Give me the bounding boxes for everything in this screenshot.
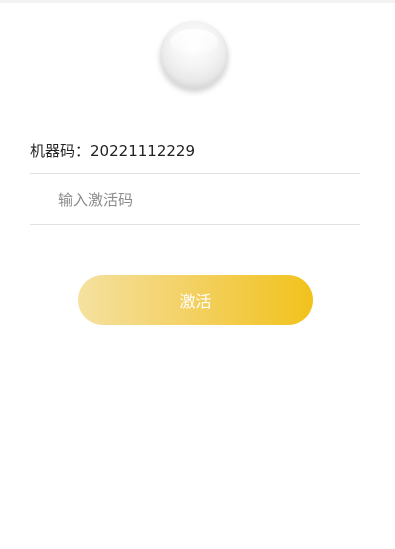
activation-code-input[interactable] bbox=[58, 188, 348, 212]
divider-bottom bbox=[30, 224, 360, 225]
activate-button[interactable]: 激活 bbox=[78, 275, 313, 325]
divider-top bbox=[30, 173, 360, 174]
machine-code-value: 20221112229 bbox=[90, 142, 195, 160]
machine-code-label: 机器码： bbox=[30, 142, 91, 160]
logo-shine bbox=[170, 29, 218, 55]
top-strip bbox=[0, 0, 395, 3]
activation-page: 机器码：20221112229 激活 bbox=[0, 0, 395, 549]
logo-icon bbox=[160, 21, 228, 89]
machine-code-row: 机器码：20221112229 bbox=[30, 140, 360, 160]
